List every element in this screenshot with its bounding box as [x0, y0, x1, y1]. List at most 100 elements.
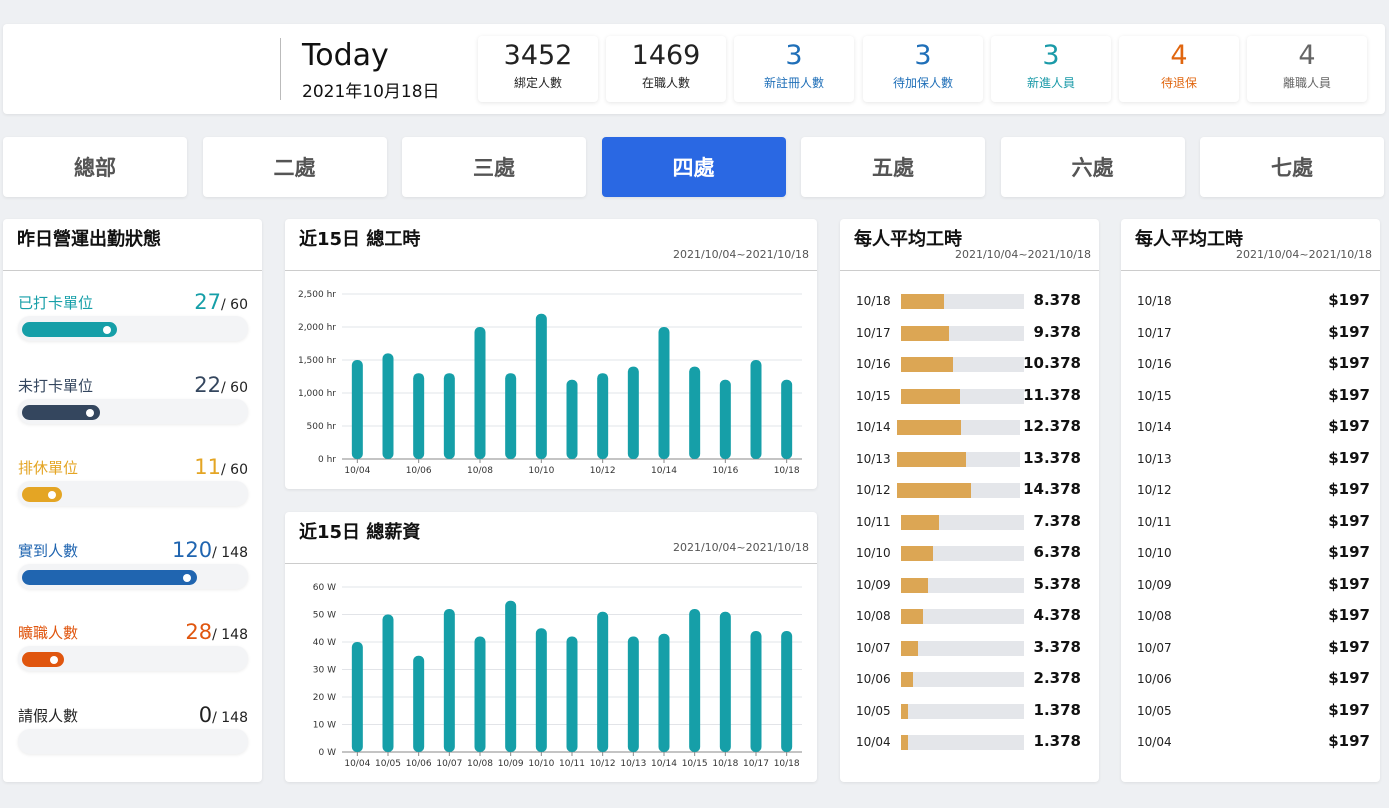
row-bar-fill [897, 451, 966, 467]
stat-value: 4 [1170, 40, 1188, 71]
attendance-progress-track [18, 563, 248, 589]
y-tick-label: 2,500 hr [298, 290, 336, 300]
tab-department[interactable]: 五處 [801, 137, 985, 197]
tab-department[interactable]: 三處 [402, 137, 586, 197]
row-value: 5.378 [1033, 574, 1081, 593]
progress-dot [50, 656, 59, 664]
row-date: 10/18 [1137, 294, 1172, 308]
y-tick-label: 500 hr [307, 422, 337, 432]
row-value: 4.378 [1033, 606, 1081, 624]
x-tick-label: 10/17 [743, 759, 769, 769]
bar [627, 366, 639, 459]
bar [719, 611, 731, 752]
row-date: 10/10 [1137, 546, 1172, 560]
tab-department[interactable]: 六處 [1000, 137, 1185, 197]
attendance-progress-track [18, 646, 248, 671]
row-value: $197 [1328, 732, 1370, 750]
row-bar-track [901, 735, 1024, 750]
attendance-item: 請假人數 0/ 148 [17, 703, 248, 775]
row-value: 1.378 [1033, 732, 1081, 750]
y-tick-label: 1,000 hr [298, 389, 336, 399]
row-date: 10/07 [856, 640, 891, 655]
chart-title: 近15日 總工時 [299, 229, 421, 250]
row-value: $197 [1328, 417, 1370, 435]
row-value: $197 [1328, 480, 1370, 498]
bar [413, 373, 425, 459]
stat-label: 在職人數 [641, 76, 690, 90]
panel-divider [840, 270, 1099, 271]
row-bar-fill [901, 546, 933, 561]
attendance-progress-fill [22, 652, 65, 667]
attendance-total: / 60 [221, 379, 248, 396]
tab-department[interactable]: 四處 [601, 137, 786, 197]
attendance-progress-fill [22, 404, 100, 420]
stat-label: 離職人員 [1282, 76, 1331, 90]
attendance-value-group: 11/ 60 [194, 455, 248, 479]
bar [781, 631, 793, 752]
stat-value: 3 [1042, 40, 1060, 71]
chart-date-range: 2021/10/04~2021/10/18 [672, 541, 809, 554]
attendance-item: 排休單位 11/ 60 [17, 455, 248, 527]
row-value: 10.378 [1023, 354, 1081, 372]
bar [566, 636, 578, 752]
attendance-label: 排休單位 [18, 459, 79, 477]
row-bar-track [901, 388, 1024, 404]
x-tick-label: 10/18 [774, 759, 800, 769]
stat-card: 3 新進人員 [991, 36, 1111, 102]
row-bar-track [901, 672, 1024, 687]
bar [443, 373, 455, 459]
x-tick-label: 10/10 [528, 759, 554, 769]
x-tick-label: 10/16 [712, 466, 738, 476]
stat-label: 待加保人數 [892, 76, 953, 90]
bar [505, 373, 517, 459]
bar [351, 642, 363, 752]
avg-hours-panel: 每人平均工時 2021/10/04~2021/10/18 10/18 8.378 1… [840, 219, 1099, 782]
bar [750, 360, 762, 459]
stat-card: 4 待退保 [1119, 36, 1239, 102]
tab-department[interactable]: 總部 [3, 137, 187, 197]
today-label: Today [302, 38, 389, 73]
row-date: 10/06 [856, 672, 891, 686]
tab-department[interactable]: 七處 [1200, 137, 1384, 197]
x-tick-label: 10/04 [344, 466, 370, 476]
progress-dot [85, 408, 94, 417]
row-bar-track [901, 546, 1024, 561]
chart-date-range: 2021/10/04~2021/10/18 [672, 248, 809, 261]
stat-label: 新進人員 [1026, 76, 1075, 90]
y-tick-label: 20 W [313, 693, 336, 703]
row-bar-fill [901, 294, 945, 309]
row-value: $197 [1328, 354, 1370, 372]
tab-department[interactable]: 二處 [202, 137, 387, 197]
bar [597, 611, 609, 752]
bar [505, 600, 517, 752]
row-bar-track [901, 640, 1024, 656]
row-value: $197 [1328, 322, 1370, 341]
stat-card: 3 新註冊人數 [734, 36, 854, 102]
attendance-value-group: 22/ 60 [194, 373, 248, 397]
attendance-progress-track [18, 398, 248, 424]
attendance-panel: 昨日營運出勤狀態 已打卡單位 27/ 60 未打卡單位 22/ 60 排休單位 11/ 6… [3, 219, 262, 782]
row-date: 10/16 [1137, 357, 1172, 371]
bar [627, 636, 639, 752]
row-value: $197 [1328, 511, 1370, 530]
stat-label: 待退保 [1160, 76, 1197, 90]
y-tick-label: 30 W [313, 666, 336, 676]
row-date: 10/04 [856, 735, 891, 749]
attendance-label: 未打卡單位 [18, 376, 94, 395]
row-bar-fill [901, 703, 909, 719]
total-hours-chart: 0 hr 500 hr 1,000 hr 1,500 hr 2,000 hr 2,500 … [298, 290, 802, 476]
bar [658, 327, 670, 459]
stat-card: 3452 綁定人數 [478, 36, 598, 102]
bar [413, 655, 425, 752]
attendance-value-group: 0/ 148 [199, 703, 248, 727]
attendance-total: / 148 [212, 544, 248, 561]
row-bar-fill [897, 483, 971, 498]
row-value: 14.378 [1023, 480, 1081, 498]
attendance-progress-track [18, 316, 248, 341]
x-tick-label: 10/08 [467, 466, 493, 476]
row-value: 6.378 [1033, 543, 1081, 561]
row-value: 2.378 [1033, 669, 1081, 687]
row-date: 10/14 [1137, 420, 1172, 434]
bar [382, 353, 394, 459]
row-value: $197 [1328, 574, 1370, 593]
